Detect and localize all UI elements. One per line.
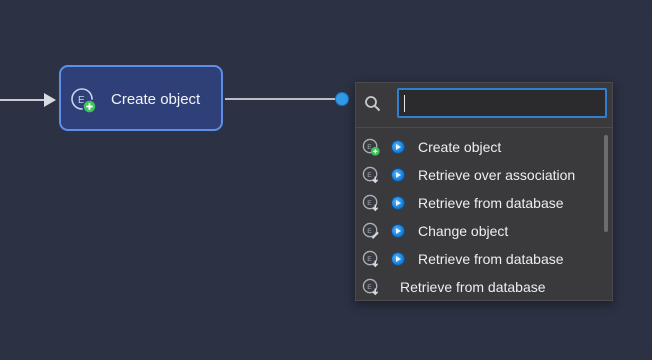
flow-endpoint-handle[interactable] xyxy=(336,93,348,105)
svg-text:E: E xyxy=(367,172,372,179)
suggestion-label: Create object xyxy=(418,139,502,155)
svg-text:E: E xyxy=(367,200,372,207)
change-object-icon: E xyxy=(362,222,379,239)
create-object-activity[interactable]: E Create object xyxy=(59,65,223,131)
search-input[interactable] xyxy=(397,88,607,118)
suggestion-retrieve-over-association[interactable]: E Retrieve over association xyxy=(356,161,604,189)
text-cursor xyxy=(404,95,405,112)
suggestion-label: Retrieve over association xyxy=(418,167,576,183)
svg-text:E: E xyxy=(367,228,372,235)
divider xyxy=(356,127,612,128)
search-icon xyxy=(365,96,381,112)
suggestion-label: Retrieve from database xyxy=(418,195,564,211)
suggestion-retrieve-from-database[interactable]: E Retrieve from database xyxy=(356,273,604,301)
suggestion-retrieve-from-database[interactable]: E Retrieve from database xyxy=(356,245,604,273)
svg-text:E: E xyxy=(367,284,372,291)
microflow-canvas[interactable]: E Create object E Create object E Retrie… xyxy=(0,0,652,360)
suggestion-label: Change object xyxy=(418,223,509,239)
microflow-badge-icon xyxy=(392,141,404,153)
suggestion-change-object[interactable]: E Change object xyxy=(356,217,604,245)
activity-label: Create object xyxy=(111,91,201,108)
retrieve-icon: E xyxy=(362,278,379,296)
microflow-badge-icon xyxy=(392,225,404,237)
retrieve-icon: E xyxy=(362,166,379,184)
microflow-badge-icon xyxy=(392,253,404,265)
arrowhead-icon xyxy=(44,93,56,107)
suggestion-list: E Create object E Retrieve over associat… xyxy=(356,133,604,301)
microflow-badge-icon xyxy=(392,197,404,209)
suggestion-create-object[interactable]: E Create object xyxy=(356,133,604,161)
svg-text:E: E xyxy=(367,256,372,263)
create-object-icon: E xyxy=(362,138,380,156)
scrollbar[interactable] xyxy=(604,135,608,232)
activity-suggestion-popup: E Create object E Retrieve over associat… xyxy=(355,82,613,301)
retrieve-icon: E xyxy=(362,250,379,268)
incoming-sequence-flow[interactable] xyxy=(0,99,46,101)
create-object-icon: E xyxy=(71,88,97,114)
suggestion-label: Retrieve from database xyxy=(400,279,546,295)
microflow-badge-icon xyxy=(392,169,404,181)
outgoing-sequence-flow[interactable] xyxy=(225,98,339,100)
retrieve-icon: E xyxy=(362,194,379,212)
suggestion-label: Retrieve from database xyxy=(418,251,564,267)
suggestion-retrieve-from-database[interactable]: E Retrieve from database xyxy=(356,189,604,217)
